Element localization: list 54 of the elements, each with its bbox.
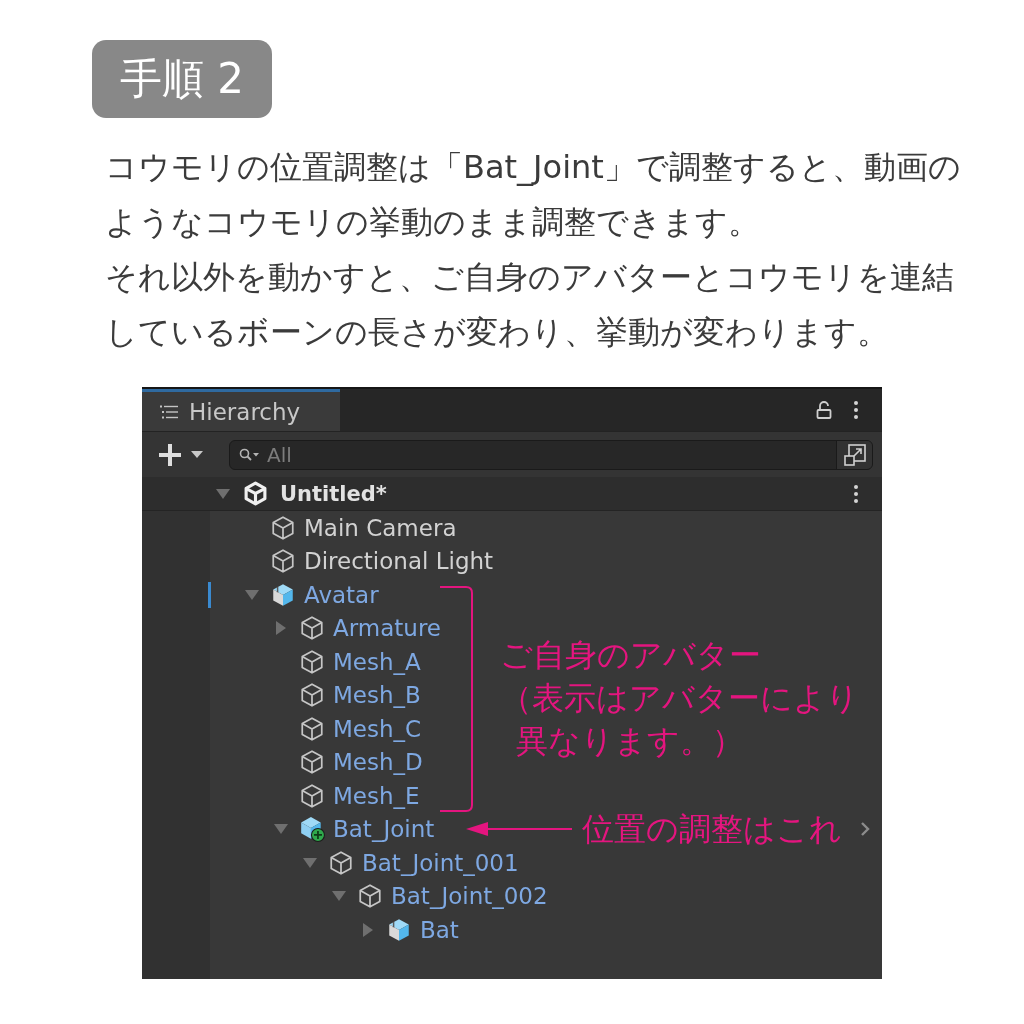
cube-outline-icon xyxy=(299,715,325,742)
cube-outline-icon xyxy=(299,782,325,809)
triangle-down-icon[interactable] xyxy=(274,824,288,835)
cube-outline-icon xyxy=(328,849,354,876)
cube-outline-icon xyxy=(299,615,325,642)
object-name[interactable]: Bat xyxy=(420,916,459,943)
annotation-text: ご自身のアバター xyxy=(500,635,762,676)
object-name[interactable]: Bat_Joint_002 xyxy=(391,883,548,910)
triangle-down-icon[interactable] xyxy=(303,857,317,868)
cube-outline-icon xyxy=(270,548,296,575)
triangle-down-icon[interactable] xyxy=(332,891,346,902)
object-name[interactable]: Directional Light xyxy=(304,548,494,575)
scene-name[interactable]: Untitled* xyxy=(280,481,387,506)
step-badge: 手順 2 xyxy=(92,40,272,118)
plus-icon xyxy=(159,443,181,466)
cube-outline-icon xyxy=(357,883,383,910)
object-name[interactable]: Mesh_A xyxy=(333,648,421,675)
kebab-menu-icon[interactable] xyxy=(854,484,858,503)
object-name[interactable]: Avatar xyxy=(304,581,379,608)
cube-outline-icon xyxy=(299,648,325,675)
object-name[interactable]: Mesh_E xyxy=(333,782,420,809)
solid-cube-icon xyxy=(386,916,412,943)
search-field[interactable]: All xyxy=(229,439,873,470)
list-icon xyxy=(160,404,178,419)
instruction-text: コウモリの位置調整は「Bat_Joint」で調整すると、動画のようなコウモリの挙動のまま調整できます。 xyxy=(105,147,962,243)
object-name[interactable]: Mesh_B xyxy=(333,682,421,709)
object-name[interactable]: Main Camera xyxy=(304,514,457,541)
hierarchy-tab[interactable]: Hierarchy xyxy=(142,389,340,431)
cube-outline-icon xyxy=(299,749,325,776)
kebab-menu-icon[interactable] xyxy=(854,401,858,419)
object-name[interactable]: Mesh_C xyxy=(333,715,422,742)
triangle-right-icon[interactable] xyxy=(276,621,286,636)
cube-logo-icon xyxy=(243,481,268,506)
object-name[interactable]: Bat_Joint xyxy=(333,816,435,843)
search-window-button[interactable] xyxy=(836,440,872,469)
chevron-right-icon[interactable] xyxy=(860,821,870,838)
lock-icon[interactable] xyxy=(816,401,832,419)
object-name[interactable]: Bat_Joint_001 xyxy=(362,849,519,876)
annotation-text: 位置の調整はこれ xyxy=(582,809,842,849)
object-name[interactable]: Armature xyxy=(333,615,441,642)
cube-outline-icon xyxy=(299,682,325,709)
cube-outline-icon xyxy=(270,514,296,541)
cube-plus-icon xyxy=(299,816,325,843)
triangle-down-icon[interactable] xyxy=(245,589,259,600)
solid-cube-icon xyxy=(270,581,296,608)
caret-icon xyxy=(191,451,203,458)
search-icon[interactable] xyxy=(239,447,259,462)
object-name[interactable]: Mesh_D xyxy=(333,749,423,776)
search-input[interactable]: All xyxy=(267,441,836,468)
triangle-right-icon[interactable] xyxy=(363,922,373,937)
triangle-down-icon[interactable] xyxy=(216,488,230,499)
annotation-text: （表示はアバターにより異なります。） xyxy=(500,678,860,762)
instruction-text: それ以外を動かすと、ご自身のアバターとコウモリを連結しているボーンの長さが変わり、挙動が変わります。 xyxy=(105,257,955,353)
window-arrow-icon xyxy=(843,443,866,466)
